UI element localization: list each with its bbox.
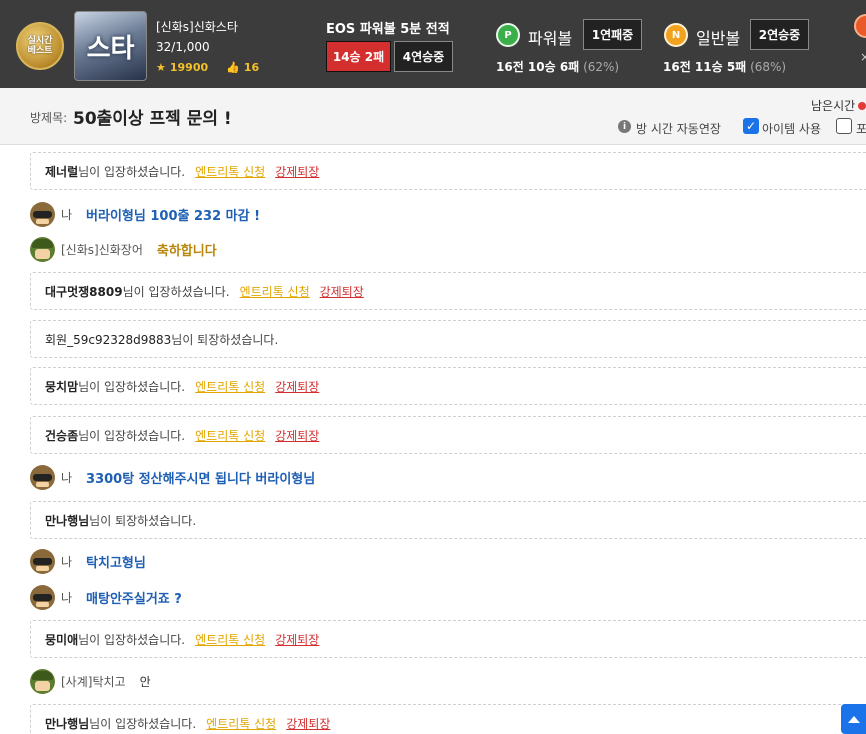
chat-log[interactable]: 제너럴 님이 입장하셨습니다. 엔트리톡 신청 강제퇴장 나 버라이형님 100…: [0, 146, 866, 734]
chat-notice-enter: 제너럴 님이 입장하셨습니다. 엔트리톡 신청 강제퇴장: [30, 152, 866, 190]
message-sender: 나: [61, 207, 73, 222]
message-sender: 나: [61, 554, 73, 569]
member-count: 32/1,000: [156, 40, 210, 54]
eos-win-loss-badge: 14승 2패: [326, 41, 391, 72]
eos-streak-badge: 4연승중: [394, 41, 453, 72]
notice-nickname[interactable]: 회원_59c92328d9883: [45, 331, 171, 348]
entry-talk-link[interactable]: 엔트리톡 신청: [195, 378, 265, 395]
notice-nickname[interactable]: 만나행님: [45, 715, 89, 732]
room-title-bar: 방제목: 50출이상 프젝 문의 ! 남은시간 i 방 시간 자동연장 ✓ 아이…: [0, 88, 866, 145]
powerball-label: 파워볼: [528, 29, 573, 48]
kick-link[interactable]: 강제퇴장: [286, 715, 330, 732]
entry-talk-link[interactable]: 엔트리톡 신청: [240, 283, 310, 300]
normalball-record-pct: (68%): [750, 60, 787, 74]
second-option-checkbox[interactable]: [836, 118, 852, 134]
message-text: 버라이형님 100출 232 마감 !: [86, 208, 261, 224]
room-title-label: 방제목:: [30, 111, 68, 125]
time-left: 남은시간: [811, 97, 866, 114]
avatar-icon[interactable]: [30, 668, 55, 694]
chat-message: 나 3300탕 정산해주시면 됩니다 버라이형님: [30, 464, 315, 490]
notice-nickname[interactable]: 제너럴: [45, 163, 78, 180]
chat-message: 나 매탕안주실거죠 ?: [30, 584, 182, 610]
live-best-badge-text: 실시간 베스트: [27, 36, 53, 56]
kick-link[interactable]: 강제퇴장: [320, 283, 364, 300]
avatar-icon[interactable]: [30, 201, 55, 227]
notice-nickname[interactable]: 만나행님: [45, 512, 89, 529]
chat-notice-enter: 뭉치맘 님이 입장하셨습니다. 엔트리톡 신청 강제퇴장: [30, 367, 866, 405]
chat-message: [사계]탁치고 안: [30, 668, 151, 694]
host-stats: ★ 19900 👍 16: [156, 61, 259, 74]
live-best-badge-icon[interactable]: 실시간 베스트: [16, 22, 64, 70]
chat-notice-leave: 회원_59c92328d9883 님이 퇴장하셨습니다.: [30, 320, 866, 358]
auto-extend-label: 방 시간 자동연장: [636, 122, 721, 136]
eos-record-title: EOS 파워볼 5분 전적: [326, 22, 450, 37]
message-sender: 나: [61, 470, 73, 485]
thumbs-up-icon: 👍: [226, 61, 240, 74]
chat-notice-enter: 만나행님 님이 입장하셨습니다. 엔트리톡 신청 강제퇴장: [30, 704, 866, 734]
notice-nickname[interactable]: 대구멋쟁8809: [45, 283, 123, 300]
normalball-icon: N: [664, 23, 688, 47]
message-text: 안: [139, 674, 151, 689]
message-sender[interactable]: [사계]탁치고: [61, 673, 126, 690]
like-count: 16: [243, 61, 260, 74]
notice-nickname[interactable]: 뭉미애: [45, 631, 78, 648]
host-name: [신화s]신화스타: [156, 20, 238, 34]
chat-message: [신화s]신화장어 축하합니다: [30, 236, 217, 262]
normalball-state-badge: 2연승중: [750, 19, 809, 50]
entry-talk-link[interactable]: 엔트리톡 신청: [195, 427, 265, 444]
second-option-label: 포: [856, 122, 866, 136]
chat-notice-leave: 만나행님 님이 퇴장하셨습니다.: [30, 501, 866, 539]
time-left-label: 남은시간: [811, 99, 856, 113]
message-text: 3300탕 정산해주시면 됩니다 버라이형님: [86, 471, 316, 487]
normalball-record: 16전 11승 5패 (68%): [663, 58, 786, 75]
chat-notice-enter: 건승좀 님이 입장하셨습니다. 엔트리톡 신청 강제퇴장: [30, 416, 866, 454]
message-sender: 나: [61, 590, 73, 605]
timer-dot-icon: [858, 102, 866, 110]
avatar-icon[interactable]: [30, 548, 55, 574]
message-sender[interactable]: [신화s]신화장어: [61, 241, 143, 258]
powerball-record: 16전 10승 6패 (62%): [496, 58, 619, 75]
notice-nickname[interactable]: 뭉치맘: [45, 378, 78, 395]
message-text: 탁치고형님: [86, 555, 146, 571]
powerball-record-text: 16전 10승 6패: [496, 60, 580, 74]
entry-talk-link[interactable]: 엔트리톡 신청: [195, 631, 265, 648]
item-use-label: 아이템 사용: [762, 122, 822, 136]
kick-link[interactable]: 강제퇴장: [275, 631, 319, 648]
message-text: 매탕안주실거죠 ?: [86, 591, 182, 607]
powerball-record-pct: (62%): [583, 60, 620, 74]
notice-nickname[interactable]: 건승좀: [45, 427, 78, 444]
room-title: 50출이상 프젝 문의 !: [73, 109, 232, 129]
powerball-state-badge: 1연패중: [583, 19, 642, 50]
entry-talk-link[interactable]: 엔트리톡 신청: [195, 163, 265, 180]
chat-message: 나 탁치고형님: [30, 548, 146, 574]
powerball-icon: P: [496, 23, 520, 47]
item-use-checkbox[interactable]: ✓: [743, 118, 759, 134]
kick-link[interactable]: 강제퇴장: [275, 378, 319, 395]
kick-link[interactable]: 강제퇴장: [275, 163, 319, 180]
notification-icon[interactable]: [854, 14, 866, 38]
chat-notice-enter: 대구멋쟁8809 님이 입장하셨습니다. 엔트리톡 신청 강제퇴장: [30, 272, 866, 310]
chat-notice-enter: 뭉미애 님이 입장하셨습니다. 엔트리톡 신청 강제퇴장: [30, 620, 866, 658]
avatar-icon[interactable]: [30, 584, 55, 610]
top-header: 실시간 베스트 스타 [신화s]신화스타 32/1,000 ★ 19900 👍 …: [0, 0, 866, 88]
scroll-to-top-button[interactable]: [841, 704, 866, 734]
room-thumbnail-text: 스타: [86, 33, 135, 64]
star-icon: ★: [156, 61, 166, 74]
avatar-icon[interactable]: [30, 464, 55, 490]
entry-talk-link[interactable]: 엔트리톡 신청: [206, 715, 276, 732]
avatar-icon[interactable]: [30, 236, 55, 262]
kick-link[interactable]: 강제퇴장: [275, 427, 319, 444]
message-text: 축하합니다: [156, 243, 217, 259]
star-count: 19900: [169, 61, 209, 74]
room-thumbnail[interactable]: 스타: [74, 11, 147, 81]
normalball-record-text: 16전 11승 5패: [663, 60, 747, 74]
info-icon[interactable]: i: [618, 120, 631, 133]
close-icon[interactable]: ×: [860, 50, 866, 64]
normalball-label: 일반볼: [696, 29, 741, 48]
chat-message: 나 버라이형님 100출 232 마감 !: [30, 201, 260, 227]
